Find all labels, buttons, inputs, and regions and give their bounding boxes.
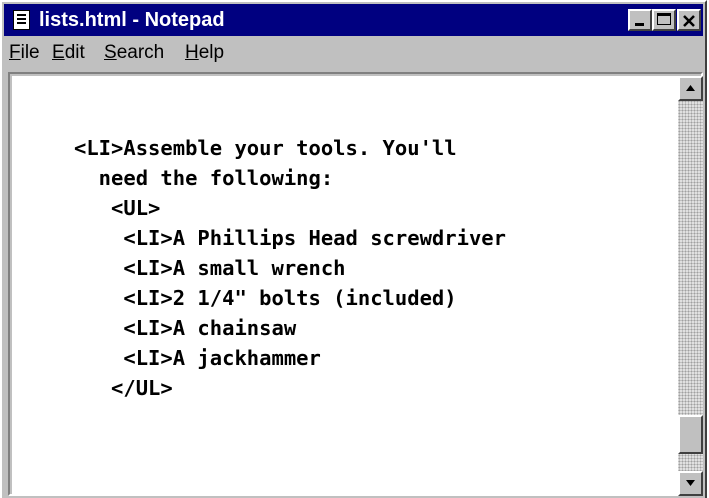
menu-help-label: elp bbox=[198, 42, 225, 63]
code-line: </UL> bbox=[74, 376, 173, 400]
menu-edit-label: dit bbox=[64, 42, 85, 63]
menu-search-label: earch bbox=[116, 42, 165, 63]
code-line: <LI>A jackhammer bbox=[74, 346, 321, 370]
text-editor[interactable]: <LI>Assemble your tools. You'll need the… bbox=[12, 76, 678, 496]
notepad-icon[interactable] bbox=[13, 10, 30, 30]
vertical-scrollbar[interactable] bbox=[678, 76, 703, 496]
minimize-icon bbox=[635, 23, 644, 26]
minimize-button[interactable] bbox=[628, 9, 652, 31]
code-line: <LI>A Phillips Head screwdriver bbox=[74, 226, 506, 250]
title-bar[interactable]: lists.html - Notepad bbox=[4, 4, 703, 36]
menu-help-mnemonic: H bbox=[185, 42, 199, 63]
editor-frame: <LI>Assemble your tools. You'll need the… bbox=[8, 72, 703, 496]
menu-search[interactable]: Search bbox=[104, 42, 164, 64]
menu-search-mnemonic: S bbox=[104, 42, 117, 63]
code-line: <LI>A chainsaw bbox=[74, 316, 297, 340]
scroll-down-button[interactable] bbox=[678, 471, 703, 496]
menu-bar: File Edit Search Help bbox=[4, 36, 703, 68]
notepad-window: lists.html - Notepad File Edit Search He… bbox=[0, 0, 707, 498]
code-line: <LI>A small wrench bbox=[74, 256, 346, 280]
scroll-up-button[interactable] bbox=[678, 76, 703, 101]
code-line: <LI>2 1/4" bolts (included) bbox=[74, 286, 457, 310]
menu-file-mnemonic: F bbox=[9, 42, 21, 63]
menu-file[interactable]: File bbox=[9, 42, 40, 64]
code-line: <LI>Assemble your tools. You'll bbox=[74, 136, 457, 160]
code-line: need the following: bbox=[74, 166, 334, 190]
code-line: <UL> bbox=[74, 196, 161, 220]
maximize-icon bbox=[657, 13, 671, 25]
scroll-up-arrow-icon bbox=[686, 85, 695, 91]
close-button[interactable] bbox=[677, 9, 701, 31]
close-icon bbox=[683, 15, 695, 27]
maximize-button[interactable] bbox=[652, 9, 676, 31]
menu-edit[interactable]: Edit bbox=[52, 42, 85, 64]
scroll-down-arrow-icon bbox=[686, 480, 695, 486]
window-title: lists.html - Notepad bbox=[39, 9, 225, 31]
menu-help[interactable]: Help bbox=[185, 42, 224, 64]
menu-edit-mnemonic: E bbox=[52, 42, 65, 63]
menu-file-label: ile bbox=[20, 42, 40, 63]
scroll-thumb[interactable] bbox=[678, 415, 703, 454]
